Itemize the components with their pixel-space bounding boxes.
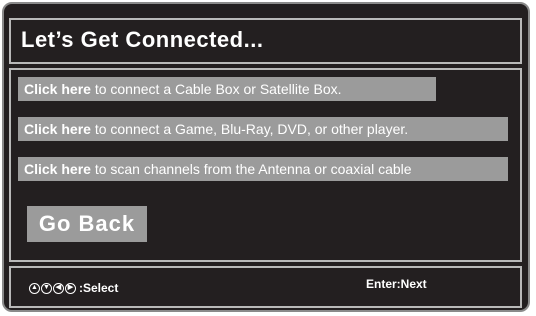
select-hint: ▲ ▼ ◀ ▶ :Select xyxy=(29,281,118,295)
tv-menu-frame: Let’s Get Connected... Click here to con… xyxy=(2,2,530,312)
select-label: :Select xyxy=(79,281,119,295)
option-text: to scan channels from the Antenna or coa… xyxy=(90,161,412,177)
click-here-link: Click here xyxy=(24,121,91,137)
next-hint: Enter:Next xyxy=(366,277,427,291)
go-back-button[interactable]: Go Back xyxy=(27,206,147,242)
right-arrow-icon: ▶ xyxy=(65,282,76,294)
connect-cable-box-option[interactable]: Click here to connect a Cable Box or Sat… xyxy=(18,77,436,101)
connect-game-player-option[interactable]: Click here to connect a Game, Blu-Ray, D… xyxy=(18,117,508,141)
options-panel: Click here to connect a Cable Box or Sat… xyxy=(9,68,522,262)
down-arrow-icon: ▼ xyxy=(41,282,52,294)
title-panel: Let’s Get Connected... xyxy=(9,18,522,64)
click-here-link: Click here xyxy=(24,81,91,97)
menu-title: Let’s Get Connected... xyxy=(21,27,264,52)
left-arrow-icon: ◀ xyxy=(53,282,64,294)
scan-channels-option[interactable]: Click here to scan channels from the Ant… xyxy=(18,157,508,181)
nav-icons: ▲ ▼ ◀ ▶ xyxy=(29,282,76,294)
up-arrow-icon: ▲ xyxy=(29,282,40,294)
option-text: to connect a Cable Box or Satellite Box. xyxy=(90,81,342,97)
footer-panel: ▲ ▼ ◀ ▶ :Select Enter:Next xyxy=(9,266,522,308)
click-here-link: Click here xyxy=(24,161,91,177)
option-text: to connect a Game, Blu-Ray, DVD, or othe… xyxy=(90,121,409,137)
